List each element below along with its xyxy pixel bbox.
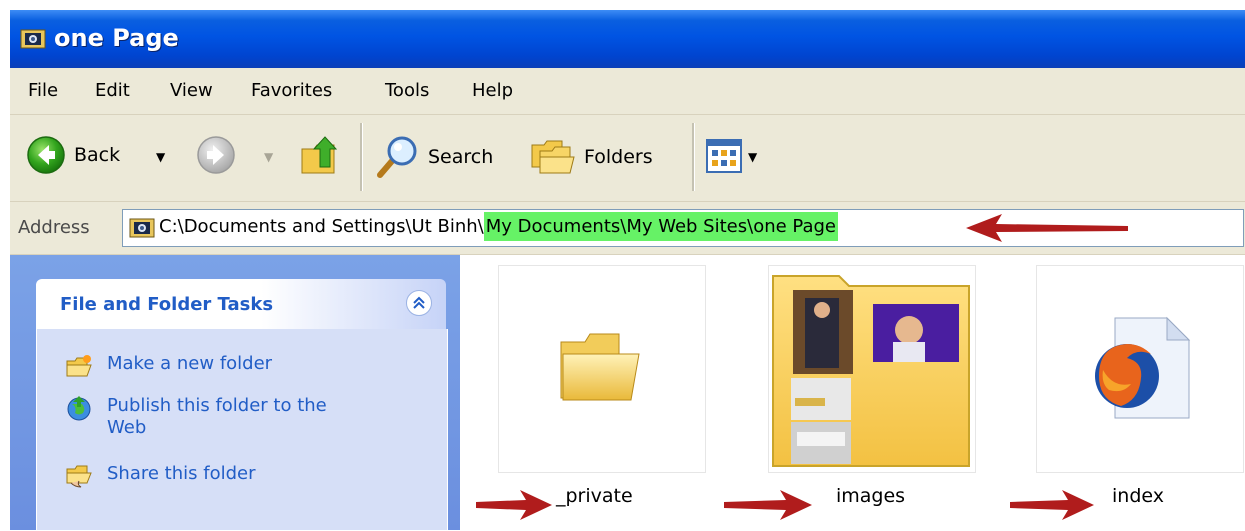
- back-button[interactable]: Back: [26, 135, 120, 175]
- folder-camera-icon: [129, 218, 155, 238]
- window-title: one Page: [54, 24, 179, 52]
- toolbar: Back ▼ ▼ Search Folders ▼: [10, 115, 1245, 202]
- menu-view[interactable]: View: [170, 80, 213, 101]
- views-button[interactable]: [706, 139, 742, 173]
- search-icon: [377, 136, 417, 178]
- annotation-arrow-right-icon: [724, 490, 812, 520]
- task-publish-web[interactable]: Publish this folder to the Web: [65, 395, 345, 439]
- menu-help[interactable]: Help: [472, 80, 513, 101]
- firefox-html-file-icon: [1095, 316, 1191, 419]
- search-button[interactable]: Search: [374, 133, 493, 181]
- title-bar[interactable]: one Page: [10, 10, 1245, 68]
- annotation-arrow-right-icon: [1010, 490, 1094, 520]
- task-make-new-folder[interactable]: Make a new folder: [65, 353, 272, 379]
- back-arrow-icon: [27, 136, 65, 174]
- file-folder-tasks-header[interactable]: File and Folder Tasks: [36, 279, 446, 329]
- task-panel-title: File and Folder Tasks: [60, 294, 274, 315]
- file-name: _private: [556, 485, 633, 507]
- views-icon: [706, 139, 742, 173]
- task-pane: File and Folder Tasks Make a new folder …: [10, 255, 460, 531]
- folder-camera-icon: [20, 29, 46, 49]
- task-label: Share this folder: [107, 463, 256, 484]
- folder-thumbnail-icon: [772, 275, 970, 467]
- address-path-highlight: My Documents\My Web Sites\one Page: [483, 212, 838, 241]
- up-folder-button[interactable]: [298, 133, 342, 177]
- file-tile-images[interactable]: [768, 265, 976, 473]
- menu-edit[interactable]: Edit: [95, 80, 130, 101]
- task-list: Make a new folder Publish this folder to…: [36, 329, 448, 531]
- share-folder-icon: [66, 465, 92, 488]
- forward-arrow-icon: [197, 136, 235, 174]
- folders-button[interactable]: Folders: [530, 137, 653, 177]
- forward-dropdown-icon[interactable]: ▼: [264, 150, 273, 164]
- new-folder-icon: [66, 355, 92, 377]
- back-label: Back: [74, 144, 121, 166]
- file-tile-index[interactable]: [1036, 265, 1244, 473]
- address-path-prefix: C:\Documents and Settings\Ut Binh\: [159, 216, 484, 237]
- views-dropdown-icon[interactable]: ▼: [748, 150, 757, 164]
- file-tile-private[interactable]: [498, 265, 706, 473]
- folders-label: Folders: [584, 146, 653, 168]
- menu-file[interactable]: File: [28, 80, 58, 101]
- folder-icon: [560, 333, 640, 401]
- task-share-folder[interactable]: Share this folder: [65, 463, 255, 489]
- toolbar-separator: [360, 123, 363, 191]
- annotation-arrow-right-icon: [476, 490, 552, 520]
- collapse-button[interactable]: [406, 290, 432, 316]
- task-label: Publish this folder to the Web: [107, 395, 327, 438]
- folders-icon: [531, 140, 575, 174]
- forward-button[interactable]: [196, 135, 236, 175]
- chevron-up-icon: [413, 296, 425, 309]
- annotation-arrow-left-icon: [966, 214, 1128, 242]
- menu-favorites[interactable]: Favorites: [251, 80, 332, 101]
- publish-web-icon: [67, 396, 91, 421]
- file-name: index: [1112, 485, 1164, 507]
- back-dropdown-icon[interactable]: ▼: [156, 150, 165, 164]
- menu-tools[interactable]: Tools: [385, 80, 429, 101]
- file-name: images: [836, 485, 906, 507]
- menu-bar: File Edit View Favorites Tools Help: [10, 68, 1245, 115]
- up-folder-icon: [301, 136, 338, 174]
- task-label: Make a new folder: [107, 353, 273, 374]
- search-label: Search: [428, 146, 494, 168]
- toolbar-separator: [692, 123, 695, 191]
- address-path: C:\Documents and Settings\Ut Binh\ My Doc…: [159, 212, 838, 241]
- address-label: Address: [18, 217, 90, 238]
